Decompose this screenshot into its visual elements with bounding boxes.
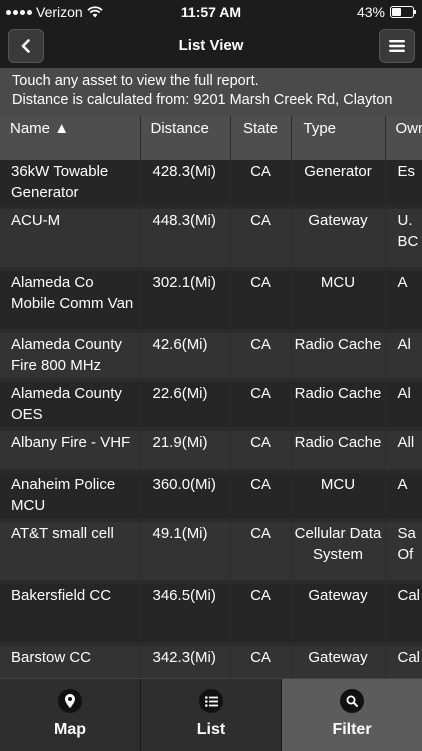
- cell-type: Gateway: [291, 209, 386, 267]
- table-header-row: Name ▲ Distance State Type Own: [0, 116, 422, 160]
- cell-owner: Es: [385, 160, 422, 205]
- table-row[interactable]: Anaheim Police MCU 360.0(Mi) CA MCU A: [0, 473, 422, 518]
- cell-owner: A: [385, 271, 422, 329]
- cell-name: Bakersfield CC: [0, 584, 141, 642]
- cell-distance: 21.9(Mi): [140, 431, 231, 469]
- battery-icon: [390, 6, 416, 18]
- status-right: 43%: [356, 4, 416, 20]
- search-icon: [340, 689, 364, 713]
- cell-distance: 360.0(Mi): [140, 473, 231, 518]
- tab-filter[interactable]: Filter: [282, 679, 422, 751]
- column-header-type[interactable]: Type: [291, 116, 386, 160]
- cell-state: CA: [230, 333, 292, 378]
- cell-type: MCU: [291, 271, 386, 329]
- tab-bar: Map List Filter: [0, 678, 422, 751]
- table-row[interactable]: AT&T small cell 49.1(Mi) CA Cellular Data S…: [0, 522, 422, 580]
- cell-type: Radio Cache: [291, 382, 386, 427]
- column-header-distance[interactable]: Distance: [140, 116, 231, 160]
- tab-list[interactable]: List: [141, 679, 282, 751]
- tab-filter-label: Filter: [332, 721, 372, 738]
- menu-button[interactable]: [379, 29, 415, 63]
- cell-distance: 42.6(Mi): [140, 333, 231, 378]
- cell-type: MCU: [291, 473, 386, 518]
- cell-name: ACU-M: [0, 209, 141, 267]
- info-line-distance-origin: Distance is calculated from: 9201 Marsh …: [12, 92, 393, 108]
- cell-state: CA: [230, 209, 292, 267]
- table-row[interactable]: Bakersfield CC 346.5(Mi) CA Gateway Cal: [0, 584, 422, 642]
- tab-map[interactable]: Map: [0, 679, 141, 751]
- cell-name: AT&T small cell: [0, 522, 141, 580]
- tab-map-label: Map: [54, 721, 86, 738]
- info-line-instructions: Touch any asset to view the full report.: [12, 73, 259, 89]
- cell-type: Gateway: [291, 584, 386, 642]
- cell-distance: 448.3(Mi): [140, 209, 231, 267]
- cell-state: CA: [230, 160, 292, 205]
- cell-owner: Al: [385, 333, 422, 378]
- list-icon: [199, 689, 223, 713]
- status-bar: Verizon 11:57 AM 43%: [0, 0, 422, 24]
- battery-percentage: 43%: [356, 4, 385, 20]
- cell-distance: 49.1(Mi): [140, 522, 231, 580]
- cell-state: CA: [230, 646, 292, 678]
- table-row[interactable]: ACU-M 448.3(Mi) CA Gateway U. BC: [0, 209, 422, 267]
- asset-table[interactable]: Name ▲ Distance State Type Own 36kW Towa…: [0, 116, 422, 678]
- cell-owner: Cal: [385, 646, 422, 678]
- cell-type: Radio Cache: [291, 333, 386, 378]
- cell-state: CA: [230, 382, 292, 427]
- cell-state: CA: [230, 473, 292, 518]
- cell-distance: 428.3(Mi): [140, 160, 231, 205]
- table-body: 36kW Towable Generator 428.3(Mi) CA Generat…: [0, 160, 422, 678]
- cell-state: CA: [230, 522, 292, 580]
- cell-name: 36kW Towable Generator: [0, 160, 141, 205]
- cell-type: Cellular Data System: [291, 522, 386, 580]
- cell-state: CA: [230, 271, 292, 329]
- cell-owner: U. BC: [385, 209, 422, 267]
- cell-distance: 346.5(Mi): [140, 584, 231, 642]
- map-pin-icon: [58, 689, 82, 713]
- table-row[interactable]: Barstow CC 342.3(Mi) CA Gateway Cal: [0, 646, 422, 678]
- page-title: List View: [178, 37, 244, 54]
- cell-distance: 22.6(Mi): [140, 382, 231, 427]
- column-header-name-label: Name: [10, 120, 51, 137]
- cell-state: CA: [230, 431, 292, 469]
- cell-owner: Al: [385, 382, 422, 427]
- cell-distance: 342.3(Mi): [140, 646, 231, 678]
- table-row[interactable]: Alameda Co Mobile Comm Van 302.1(Mi) CA MCU…: [0, 271, 422, 329]
- tab-list-label: List: [196, 721, 226, 738]
- column-header-owner[interactable]: Own: [385, 116, 422, 160]
- sort-ascending-icon: ▲: [54, 120, 70, 137]
- cell-name: Alameda County Fire 800 MHz: [0, 333, 141, 378]
- cell-type: Gateway: [291, 646, 386, 678]
- nav-bar: List View: [0, 24, 422, 68]
- cell-owner: A: [385, 473, 422, 518]
- cell-owner: All: [385, 431, 422, 469]
- cell-state: CA: [230, 584, 292, 642]
- cell-type: Radio Cache: [291, 431, 386, 469]
- info-panel: Touch any asset to view the full report.…: [0, 68, 422, 116]
- cell-name: Alameda Co Mobile Comm Van: [0, 271, 141, 329]
- cell-name: Anaheim Police MCU: [0, 473, 141, 518]
- cell-name: Alameda County OES: [0, 382, 141, 427]
- cell-distance: 302.1(Mi): [140, 271, 231, 329]
- table-row[interactable]: Alameda County Fire 800 MHz 42.6(Mi) CA Rad…: [0, 333, 422, 378]
- cell-name: Albany Fire - VHF: [0, 431, 141, 469]
- cell-type: Generator: [291, 160, 386, 205]
- table-row[interactable]: 36kW Towable Generator 428.3(Mi) CA Generat…: [0, 160, 422, 205]
- column-header-state[interactable]: State: [230, 116, 292, 160]
- cell-owner: Sa Of: [385, 522, 422, 580]
- cell-owner: Cal: [385, 584, 422, 642]
- column-header-name[interactable]: Name ▲: [0, 116, 141, 160]
- battery-fill: [392, 8, 401, 16]
- cell-name: Barstow CC: [0, 646, 141, 678]
- table-row[interactable]: Alameda County OES 22.6(Mi) CA Radio Cache A…: [0, 382, 422, 427]
- hamburger-menu-icon: [389, 40, 405, 52]
- table-row[interactable]: Albany Fire - VHF 21.9(Mi) CA Radio Cache Al…: [0, 431, 422, 469]
